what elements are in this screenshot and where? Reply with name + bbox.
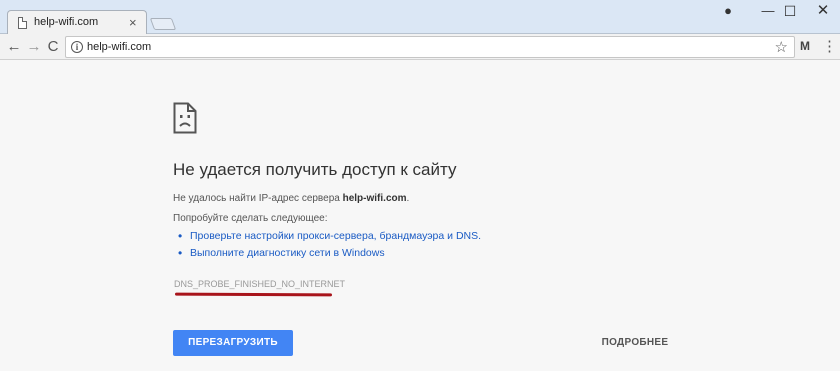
proxy-settings-link[interactable]: Проверьте настройки прокси-сервера, бран… <box>178 229 481 243</box>
error-subtitle: Не удалось найти IP-адрес сервера help-w… <box>173 193 409 204</box>
title-bar: help-wifi.com × ● — ☐ ✕ <box>0 0 840 35</box>
maximize-button[interactable]: ☐ <box>775 2 805 20</box>
network-diagnostics-link[interactable]: Выполните диагностику сети в Windows <box>178 246 385 260</box>
reload-page-button[interactable]: ПЕРЕЗАГРУЗИТЬ <box>173 330 293 356</box>
sad-page-icon <box>173 102 197 134</box>
error-heading: Не удается получить доступ к сайту <box>173 160 457 179</box>
browser-tab[interactable]: help-wifi.com × <box>7 10 147 35</box>
error-page: Не удается получить доступ к сайту Не уд… <box>0 60 840 371</box>
suggestions-label: Попробуйте сделать следующее: <box>173 213 328 224</box>
gmail-extension-icon[interactable]: M <box>800 39 810 53</box>
red-underline-annotation <box>174 292 333 297</box>
back-button[interactable]: ← <box>5 36 23 58</box>
reload-button[interactable]: C <box>44 36 62 58</box>
subtitle-suffix: . <box>406 193 410 204</box>
new-tab-button[interactable] <box>149 18 177 30</box>
profile-icon[interactable]: ● <box>713 2 743 20</box>
url-text[interactable]: help-wifi.com <box>87 41 151 53</box>
tab-close-icon[interactable]: × <box>129 15 137 30</box>
address-bar[interactable]: i help-wifi.com ☆ <box>65 36 795 58</box>
page-icon <box>18 17 27 29</box>
forward-button[interactable]: → <box>25 36 43 58</box>
subtitle-text: Не удалось найти IP-адрес сервера <box>173 193 343 204</box>
tab-title: help-wifi.com <box>34 16 99 28</box>
info-icon[interactable]: i <box>71 41 83 53</box>
bookmark-star-icon[interactable]: ☆ <box>775 38 788 56</box>
error-code: DNS_PROBE_FINISHED_NO_INTERNET <box>174 279 346 289</box>
browser-toolbar: ← → C i help-wifi.com ☆ M ⋮ <box>0 34 840 60</box>
menu-icon[interactable]: ⋮ <box>822 37 837 55</box>
close-window-button[interactable]: ✕ <box>808 2 838 20</box>
subtitle-host: help-wifi.com <box>342 193 407 204</box>
details-button[interactable]: ПОДРОБНЕЕ <box>592 330 678 356</box>
